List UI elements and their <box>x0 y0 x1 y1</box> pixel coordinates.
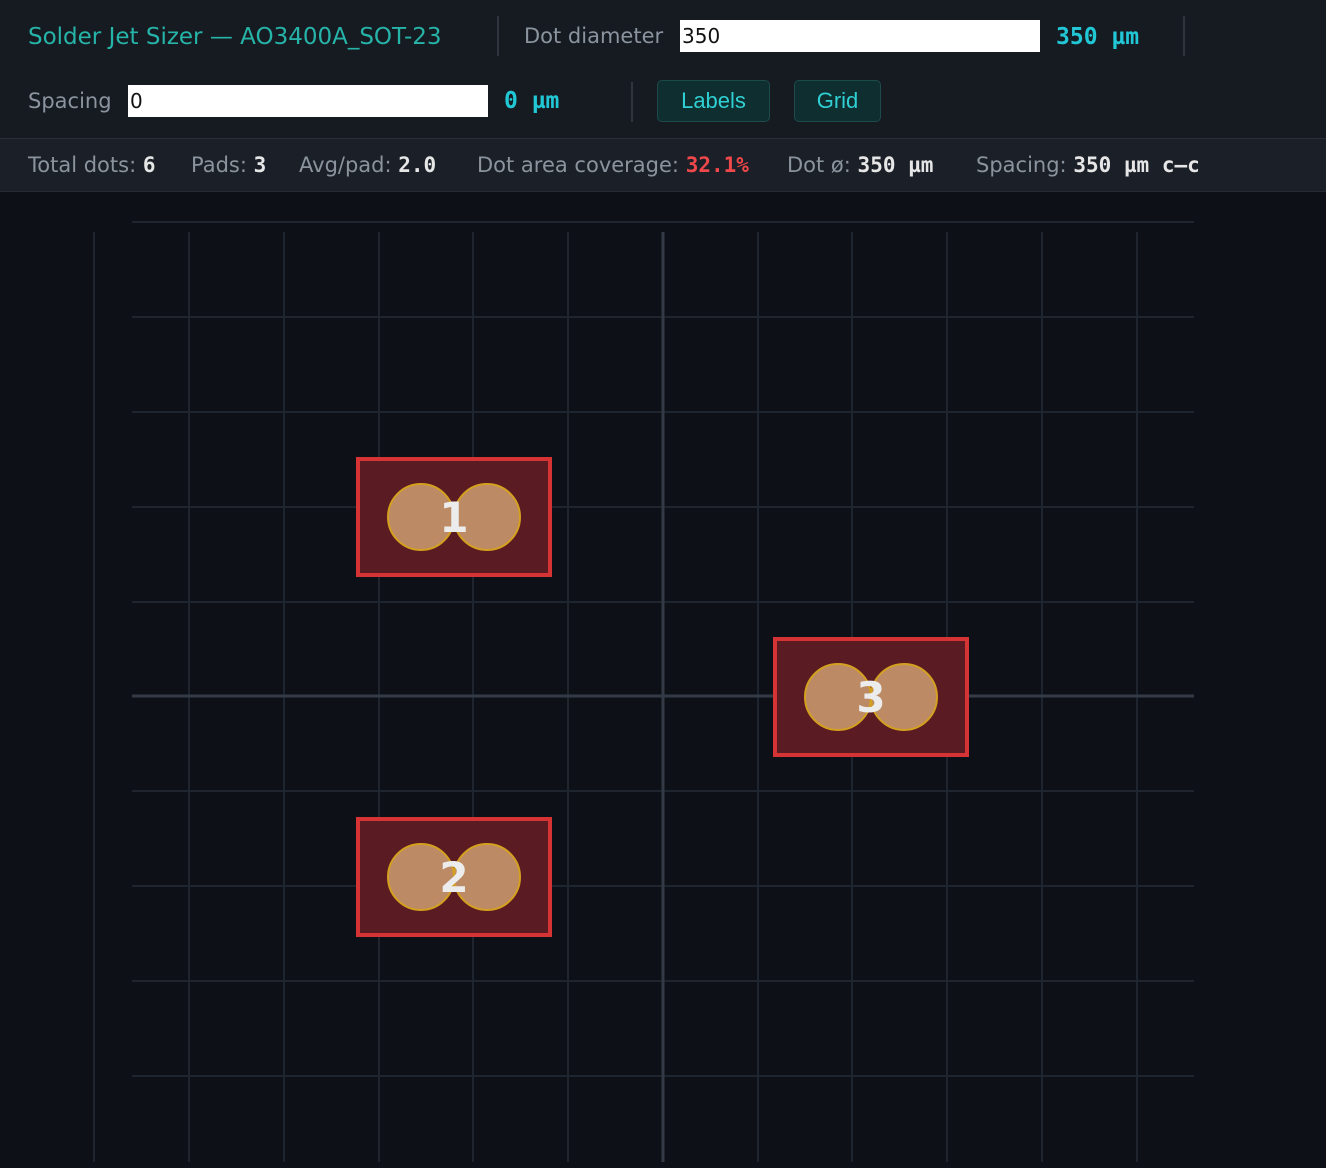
stat-pads: Pads: 3 <box>191 153 266 177</box>
stat-value: 350 µm <box>857 153 934 177</box>
spacing-input[interactable] <box>128 85 488 117</box>
toolbar-divider <box>631 82 633 122</box>
stat-label: Avg/pad: <box>299 153 392 177</box>
stat-total-dots: Total dots: 6 <box>28 153 156 177</box>
stat-label: Dot area coverage: <box>477 153 680 177</box>
stat-value: 6 <box>142 153 156 177</box>
dot-diameter-label: Dot diameter <box>524 24 664 48</box>
toolbar: Solder Jet Sizer — AO3400A_SOT-23 Dot di… <box>0 0 1326 139</box>
stat-label: Spacing: <box>976 153 1067 177</box>
pad-3: 3 <box>773 637 969 757</box>
spacing-readout: 0 µm <box>504 88 560 114</box>
pad-label: 2 <box>439 853 468 902</box>
stat-coverage: Dot area coverage: 32.1% <box>477 153 749 177</box>
pad-2: 2 <box>356 817 552 937</box>
dot-diameter-readout: 350 µm <box>1056 24 1140 50</box>
stat-value: 32.1% <box>685 153 749 177</box>
toolbar-divider <box>1183 16 1185 56</box>
toolbar-divider <box>497 16 499 56</box>
grid-toggle-button[interactable]: Grid <box>794 80 881 122</box>
stat-value: 3 <box>253 153 267 177</box>
app-title: Solder Jet Sizer — AO3400A_SOT-23 <box>28 24 442 50</box>
dot-diameter-input[interactable] <box>680 20 1040 52</box>
grid-lines <box>93 221 1194 1162</box>
stat-dot-diameter: Dot ø: 350 µm <box>787 153 933 177</box>
stat-label: Dot ø: <box>787 153 851 177</box>
labels-toggle-button[interactable]: Labels <box>657 80 770 122</box>
pad-label: 3 <box>856 673 885 722</box>
stat-spacing: Spacing: 350 µm c–c <box>976 153 1200 177</box>
pad-label: 1 <box>439 493 468 542</box>
stat-label: Pads: <box>191 153 247 177</box>
stat-avg-per-pad: Avg/pad: 2.0 <box>299 153 436 177</box>
pad-1: 1 <box>356 457 552 577</box>
stats-bar: Total dots: 6 Pads: 3 Avg/pad: 2.0 Dot a… <box>0 139 1326 192</box>
stat-label: Total dots: <box>28 153 137 177</box>
spacing-label: Spacing <box>28 89 112 113</box>
stat-value: 2.0 <box>398 153 437 177</box>
board-canvas[interactable]: 1 2 3 <box>0 192 1326 1168</box>
stat-value: 350 µm c–c <box>1073 153 1200 177</box>
